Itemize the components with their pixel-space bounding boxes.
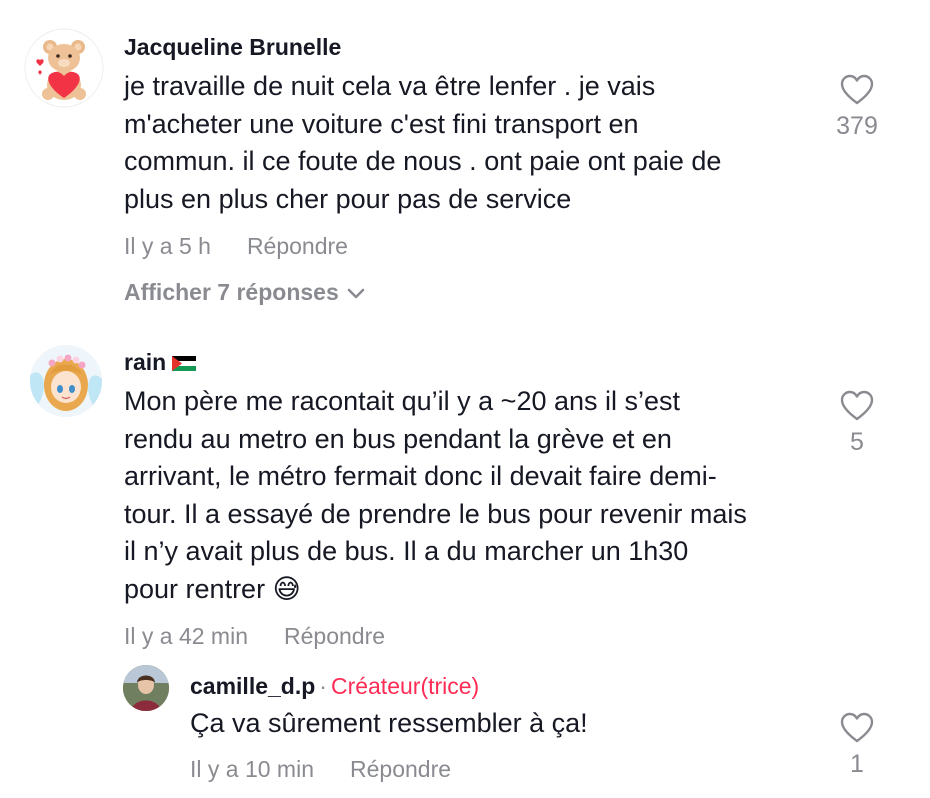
like-count: 379	[836, 112, 878, 140]
comment-timestamp: Il y a 42 min	[124, 623, 248, 649]
comment-username[interactable]: Jacqueline Brunelle	[124, 34, 341, 61]
reply-meta: Il y a 10 min Répondre	[190, 756, 451, 783]
comment-text: je travaille de nuit cela va être lenfer…	[124, 71, 722, 214]
reply-text: Ça va sûrement ressembler à ça!	[190, 708, 588, 738]
like-button[interactable]: 5	[827, 390, 887, 457]
reply-button[interactable]: Répondre	[350, 756, 451, 782]
like-button[interactable]: 379	[827, 74, 887, 141]
comment-meta: Il y a 5 h Répondre	[124, 233, 348, 260]
like-button[interactable]: 1	[827, 712, 887, 779]
view-replies-label: Afficher 7 réponses	[124, 279, 339, 305]
comment-username[interactable]: rain	[124, 349, 197, 376]
heart-outline-icon	[840, 712, 874, 743]
reply-header: camille_d.p · Créateur(trice)	[190, 673, 479, 700]
like-count: 5	[850, 428, 864, 456]
reply-button[interactable]: Répondre	[247, 233, 348, 259]
reply-timestamp: Il y a 10 min	[190, 756, 314, 782]
heart-outline-icon	[840, 390, 874, 421]
reply-username[interactable]: camille_d.p	[190, 673, 315, 699]
creator-badge: Créateur(trice)	[330, 673, 480, 699]
comment-timestamp: Il y a 5 h	[124, 233, 211, 259]
comment-meta: Il y a 42 min Répondre	[124, 623, 385, 650]
anime-girl-avatar-icon[interactable]	[30, 345, 102, 417]
chevron-down-icon	[347, 288, 364, 299]
heart-outline-icon	[840, 74, 874, 105]
palestine-flag-icon	[172, 356, 197, 372]
comment-text: Mon père me racontait qu’il y a ~20 ans …	[124, 386, 747, 604]
like-count: 1	[850, 750, 864, 778]
user-photo-avatar-icon[interactable]	[123, 665, 169, 711]
teddy-bear-heart-icon[interactable]	[24, 28, 104, 108]
comment-username-label: rain	[124, 349, 167, 375]
view-replies-button[interactable]: Afficher 7 réponses	[124, 279, 365, 306]
reply-button[interactable]: Répondre	[284, 623, 385, 649]
separator-dot: ·	[319, 673, 327, 699]
